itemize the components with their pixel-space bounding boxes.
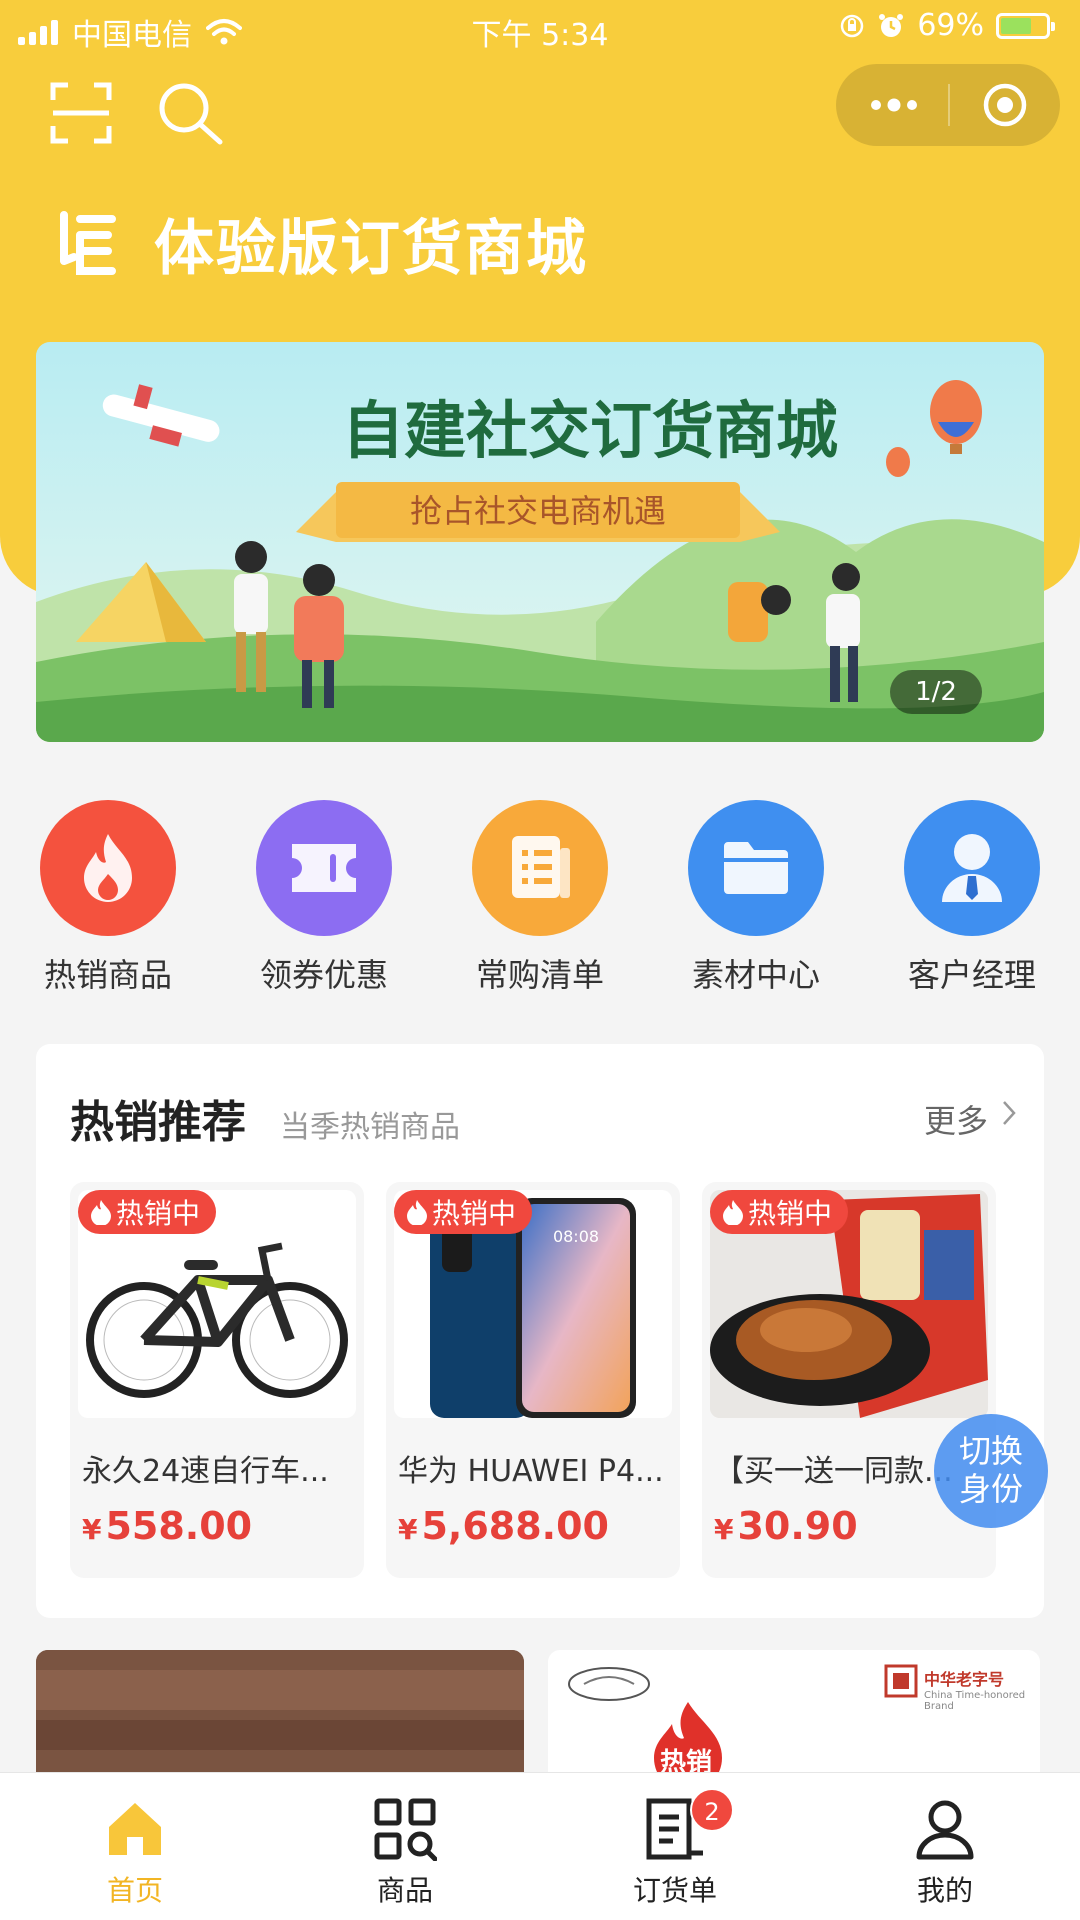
grid-search-icon [374, 1798, 437, 1861]
hot-badge: 热销中 [710, 1190, 849, 1234]
bottom-tab-bar: 首页 商品 订货单 我的 [0, 1772, 1080, 1920]
store-logo-icon [60, 210, 116, 275]
quick-nav-materials[interactable]: 素材中心 [676, 800, 836, 996]
status-bar: 中国电信 下午 5:34 69% [0, 0, 1080, 56]
folder-icon [724, 842, 788, 894]
product-card[interactable]: 热销中 【买一送一同款... ¥30.90 [702, 1182, 996, 1578]
user-tie-icon [942, 834, 1002, 902]
time-honored-logo-icon [884, 1664, 918, 1698]
list-icon [512, 836, 570, 898]
tab-order[interactable]: 订货单 [540, 1773, 810, 1920]
quick-nav-frequent-list[interactable]: 常购清单 [460, 800, 620, 996]
home-icon [109, 1803, 161, 1855]
promo-tile-right[interactable]: 中华老字号 China Time-honored Brand 热销 [548, 1650, 1040, 1780]
tab-mine[interactable]: 我的 [810, 1773, 1080, 1920]
tab-products[interactable]: 商品 [270, 1773, 540, 1920]
hot-badge: 热销中 [394, 1190, 533, 1234]
quick-nav-label: 素材中心 [691, 956, 820, 994]
banner-ribbon-text: 抢占社交电商机遇 [410, 492, 666, 530]
tab-label: 首页 [106, 1874, 163, 1907]
app-page: 中国电信 下午 5:34 69% 体验版订货商城 自建社交订货商城 抢占社交电商… [0, 0, 1080, 1920]
banner-headline: 自建社交订货商城 [342, 394, 838, 467]
promo-tile-left[interactable] [36, 1650, 524, 1780]
switch-identity-button[interactable]: 切换 身份 [934, 1414, 1048, 1528]
fire-icon [91, 1200, 111, 1225]
quick-nav-account-manager[interactable]: 客户经理 [892, 800, 1052, 996]
tab-label: 商品 [376, 1874, 433, 1907]
more-link[interactable]: 更多 [924, 1096, 988, 1142]
chevron-right-icon[interactable] [1002, 1100, 1016, 1126]
quick-nav-label: 常购清单 [475, 956, 604, 994]
alarm-icon [879, 13, 904, 37]
tab-label: 订货单 [632, 1874, 717, 1907]
battery-percent: 69% [917, 8, 984, 43]
miniprogram-capsule [836, 64, 1060, 146]
hot-badge-label: 热销中 [432, 1197, 517, 1230]
quick-nav-label: 客户经理 [907, 956, 1036, 994]
battery-level [1001, 17, 1032, 34]
user-icon [916, 1800, 974, 1860]
svg-text:08:08: 08:08 [553, 1227, 599, 1246]
store-header: 体验版订货商城 [58, 200, 588, 287]
battery-icon [996, 12, 1055, 39]
switch-identity-line1: 切换 [958, 1432, 1023, 1470]
hot-badge-label: 热销中 [748, 1197, 833, 1230]
fire-icon [84, 834, 132, 902]
product-price: ¥558.00 [82, 1504, 253, 1548]
promo-brand: 中华老字号 [924, 1670, 1005, 1689]
promo-brand-en: China Time-honored Brand [924, 1690, 1026, 1712]
section-title: 热销推荐 [70, 1097, 246, 1148]
product-name: 永久24速自行车... [82, 1454, 329, 1489]
quick-nav-label: 热销商品 [43, 956, 172, 994]
promo-banner[interactable]: 自建社交订货商城 抢占社交电商机遇 1/2 [36, 342, 1044, 742]
product-price: ¥5,688.00 [398, 1504, 609, 1548]
brand-seal-icon [568, 1667, 650, 1701]
wood-texture-image [36, 1650, 524, 1780]
quick-nav-hot[interactable]: 热销商品 [28, 800, 188, 996]
hot-badge: 热销中 [78, 1190, 217, 1234]
tab-home[interactable]: 首页 [0, 1773, 270, 1920]
banner-page-indicator: 1/2 [890, 670, 982, 714]
scan-icon[interactable] [50, 82, 112, 144]
fire-icon [407, 1200, 427, 1225]
quick-nav: 热销商品 领券优惠 常购清单 素材中心 客户经理 [0, 800, 1080, 994]
product-price: ¥30.90 [714, 1504, 858, 1548]
product-card[interactable]: 热销中 永久24速自行车... ¥558.00 [70, 1182, 364, 1578]
product-card[interactable]: 热销中 08:08 华为 HUAWEI P4... ¥5,688.00 [386, 1182, 680, 1578]
quick-nav-label: 领券优惠 [259, 956, 388, 994]
section-subtitle: 当季热销商品 [280, 1110, 460, 1145]
product-name: 华为 HUAWEI P4... [398, 1454, 664, 1489]
fire-icon [723, 1200, 743, 1225]
quick-nav-coupon[interactable]: 领券优惠 [244, 800, 404, 996]
search-icon[interactable] [156, 80, 226, 146]
hot-recommend-section: 热销推荐 当季热销商品 更多 热销中 永久24速自行车... ¥ 558.00 … [36, 1044, 1044, 1618]
orientation-lock-icon [841, 14, 864, 37]
switch-identity-line2: 身份 [958, 1470, 1023, 1508]
tab-label: 我的 [916, 1874, 973, 1907]
order-count-badge: 2 [690, 1788, 734, 1832]
hot-badge-label: 热销中 [116, 1197, 201, 1230]
store-title: 体验版订货商城 [154, 214, 588, 284]
more-dots-icon[interactable] [868, 94, 920, 116]
close-target-icon[interactable] [982, 82, 1028, 128]
ticket-icon [292, 844, 356, 892]
